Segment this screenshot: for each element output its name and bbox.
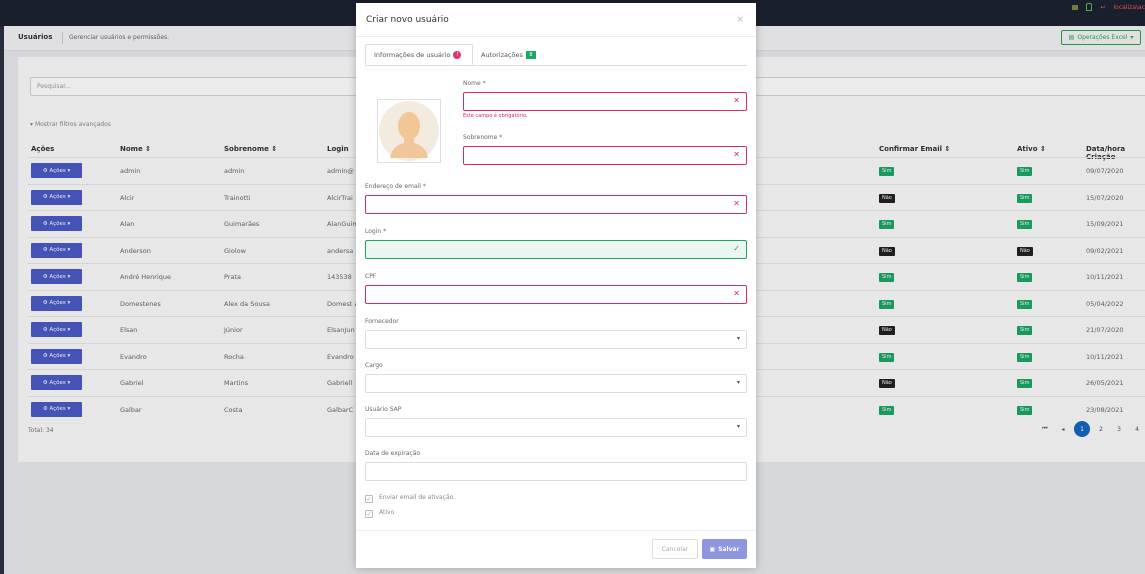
save-button[interactable]: ▣ Salvar [702,539,747,559]
expiration-date-label: Data de expiração [365,450,421,457]
save-label: Salvar [718,545,740,553]
tab-user-info[interactable]: Informações de usuário ! [365,44,473,65]
email-field[interactable]: ✕ [365,195,747,214]
cancel-button[interactable]: Cancelar [652,539,698,559]
chevron-down-icon: ▾ [736,423,740,430]
nome-label: Nome * [463,80,486,87]
header-divider [356,36,756,37]
save-icon: ▣ [709,545,716,553]
sobrenome-label: Sobrenome * [463,134,503,141]
tab-authorizations[interactable]: Autorizações 8 [473,44,544,65]
fornecedor-select[interactable]: ▾ [365,330,747,349]
expiration-date-field[interactable] [365,462,747,481]
user-placeholder-icon [379,101,439,161]
avatar[interactable] [377,99,441,163]
fornecedor-label: Fornecedor [365,318,399,325]
active-checkbox[interactable]: ✓ [365,510,373,518]
tab-authorizations-label: Autorizações [481,50,523,59]
login-label: Login * [365,228,387,235]
sap-user-select[interactable]: ▾ [365,418,747,437]
error-x-icon: ✕ [733,150,740,159]
check-icon: ✓ [733,244,740,253]
tabs-divider [365,65,747,66]
cpf-label: CPF [365,273,377,280]
create-user-modal: Criar novo usuário × Informações de usuá… [356,3,756,568]
active-label: Ativo [379,509,395,516]
nome-error-message: Este campo é obrigatório. [463,113,528,119]
cargo-label: Cargo [365,362,383,369]
email-label: Endereço de email * [365,183,426,190]
close-icon[interactable]: × [736,15,744,25]
error-x-icon: ✕ [733,289,740,298]
cargo-select[interactable]: ▾ [365,374,747,393]
chevron-down-icon: ▾ [736,335,740,342]
sobrenome-field[interactable]: ✕ [463,146,747,165]
sap-user-label: Usuário SAP [365,406,402,413]
cpf-field[interactable]: ✕ [365,285,747,304]
tab-user-info-label: Informações de usuário [374,50,451,59]
error-x-icon: ✕ [733,96,740,105]
modal-title: Criar novo usuário [366,15,449,25]
authorizations-count-badge: 8 [525,50,536,59]
nome-field[interactable]: ✕ [463,92,747,111]
footer-divider [356,530,756,531]
error-icon: ! [453,50,462,59]
chevron-down-icon: ▾ [736,379,740,386]
error-x-icon: ✕ [733,199,740,208]
login-field[interactable]: ✓ [365,240,747,259]
send-activation-email-checkbox[interactable]: ✓ [365,495,373,503]
send-activation-email-label: Enviar email de ativação. [379,494,456,501]
